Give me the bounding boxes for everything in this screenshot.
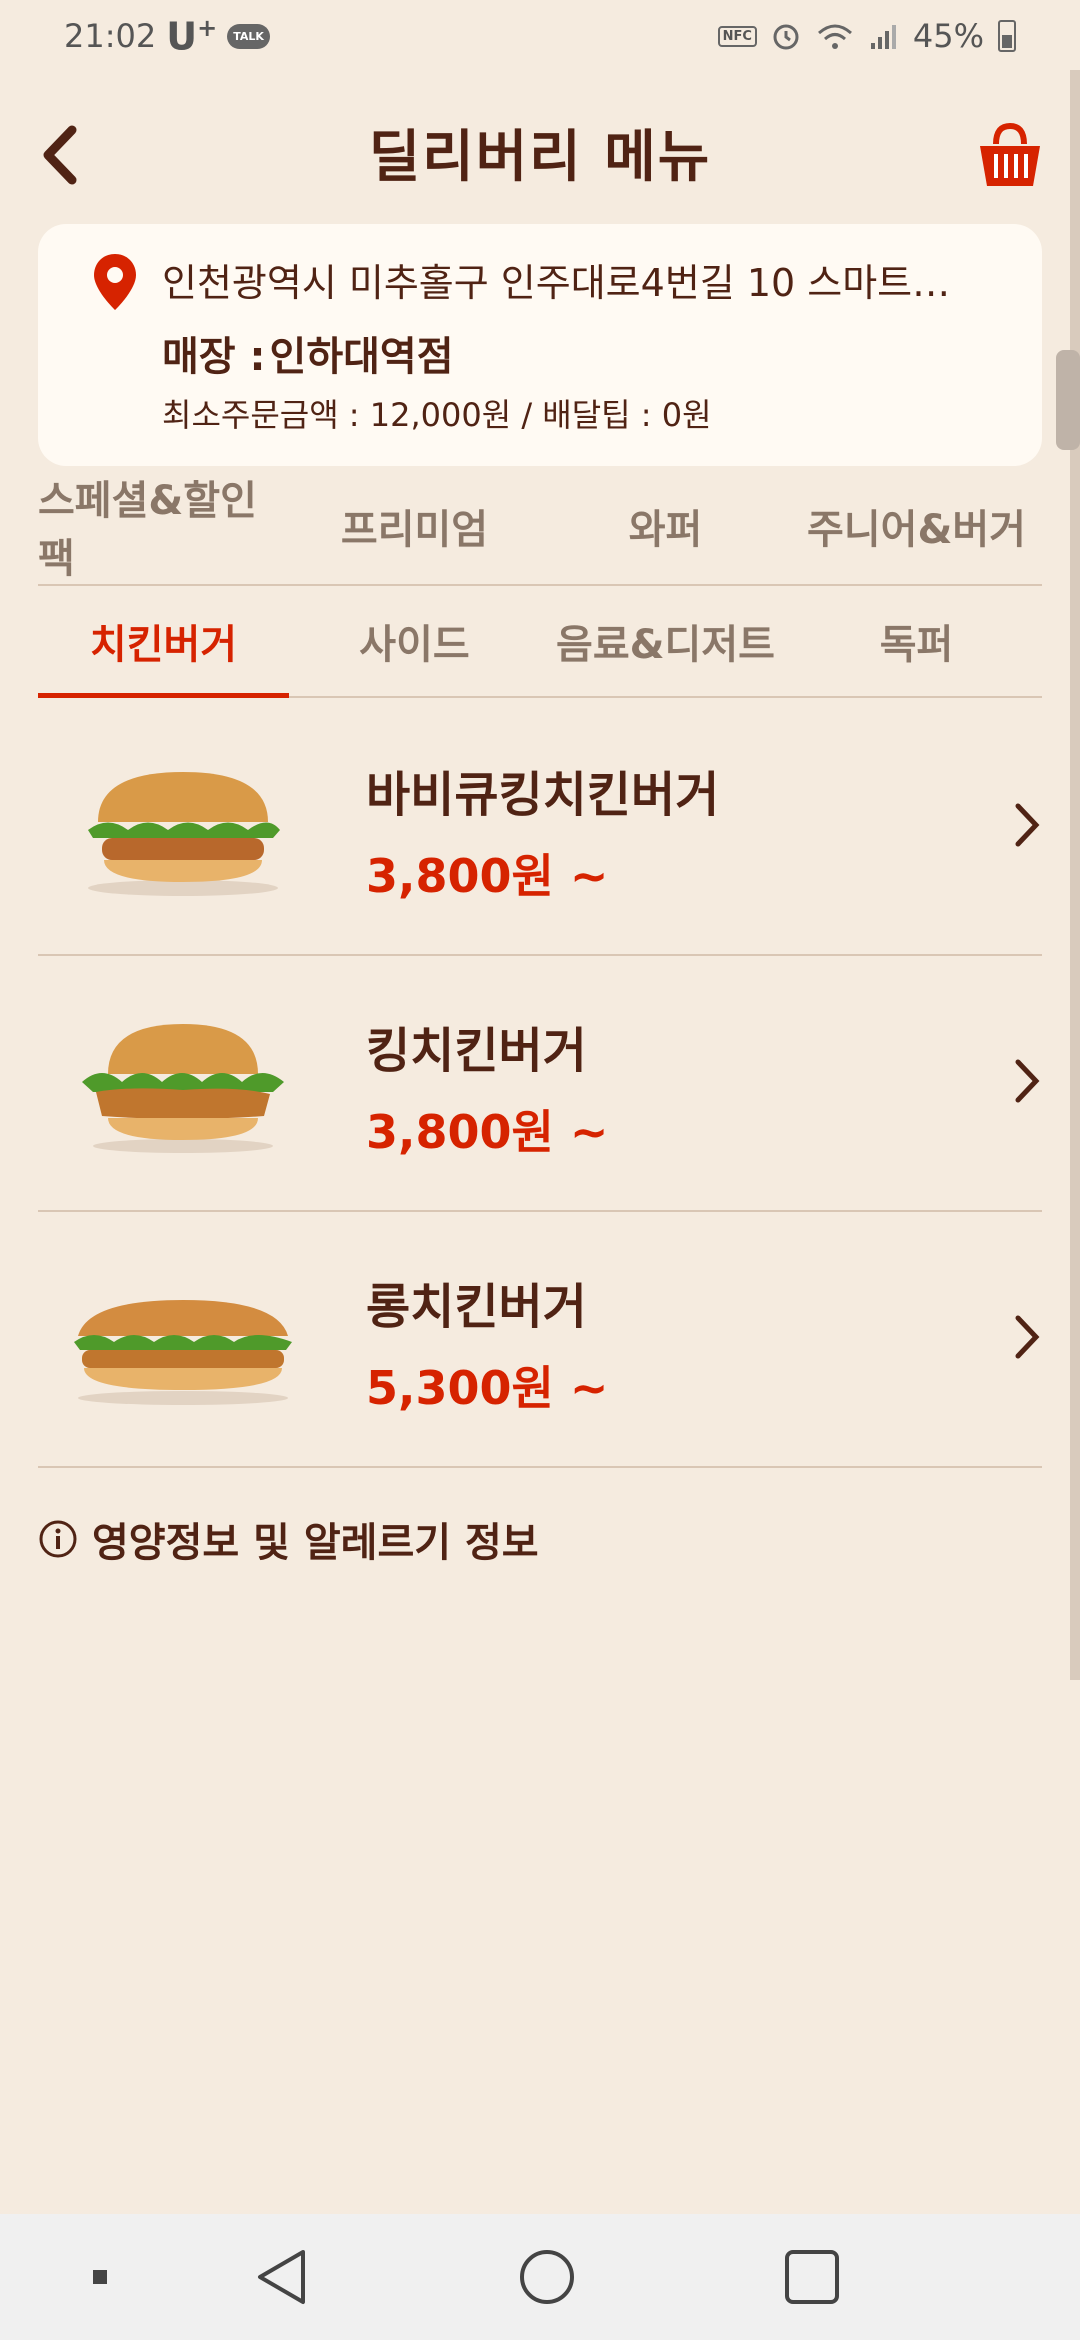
tab-premium[interactable]: 프리미엄: [289, 468, 540, 584]
nfc-icon: NFC: [717, 25, 757, 47]
system-nav-bar: [0, 2214, 1080, 2340]
talk-icon: TALK: [227, 23, 270, 49]
signal-icon: [870, 25, 896, 49]
chevron-right-icon: [1015, 803, 1040, 847]
min-order-info: 최소주문금액 : 12,000원 / 배달팁 : 0원: [162, 396, 712, 434]
battery-icon: [998, 20, 1016, 52]
tab-drink-dessert[interactable]: 음료&디저트: [540, 586, 791, 696]
battery-percent: 45%: [912, 17, 984, 55]
category-row-1: 스페셜&할인팩 프리미엄 와퍼 주니어&버거: [38, 468, 1042, 586]
chevron-right-icon: [1015, 1315, 1040, 1359]
carrier-name: U: [166, 14, 198, 59]
location-pin-icon: [94, 254, 136, 310]
store-info: 매장 : 인하대역점: [162, 324, 454, 382]
status-right: NFC 45%: [717, 17, 1016, 55]
tab-whopper[interactable]: 와퍼: [540, 468, 791, 584]
list-item[interactable]: 킹치킨버거 3,800원 ~: [38, 956, 1042, 1212]
delivery-address: 인천광역시 미추홀구 인주대로4번길 10 스마트…: [162, 261, 951, 305]
tab-special[interactable]: 스페셜&할인팩: [38, 468, 289, 584]
tab-chicken-burger[interactable]: 치킨버거: [38, 586, 289, 698]
tab-side[interactable]: 사이드: [289, 586, 540, 696]
carrier-label: U+: [166, 14, 217, 59]
carrier-plus: +: [197, 13, 218, 42]
menu-item-name: 롱치킨버거: [366, 1279, 587, 1335]
tab-junior[interactable]: 주니어&버거: [791, 468, 1042, 584]
burger-image: [88, 772, 280, 896]
nutrition-allergy-link[interactable]: 영양정보 및 알레르기 정보: [38, 1510, 539, 1568]
tab-dogper[interactable]: 독퍼: [791, 586, 1042, 696]
recent-dot-icon[interactable]: [65, 2242, 135, 2312]
status-left: 21:02 U+ TALK: [64, 14, 270, 59]
back-icon[interactable]: [248, 2242, 318, 2312]
status-bar: 21:02 U+ TALK NFC 45%: [0, 0, 1080, 72]
menu-item-price: 3,800원 ~: [366, 1105, 609, 1159]
wifi-icon: [817, 24, 852, 49]
address-card[interactable]: 인천광역시 미추홀구 인주대로4번길 10 스마트… 매장 : 인하대역점 최소주…: [38, 224, 1042, 466]
store-name: 인하대역점: [269, 334, 454, 380]
page-title: 딜리버리 메뉴: [368, 125, 712, 190]
nutrition-allergy-label: 영양정보 및 알레르기 정보: [92, 1520, 539, 1566]
scrollbar-track: [1070, 70, 1080, 1680]
list-item[interactable]: 롱치킨버거 5,300원 ~: [38, 1212, 1042, 1468]
overview-icon[interactable]: [777, 2242, 847, 2312]
home-icon[interactable]: [512, 2242, 582, 2312]
menu-item-price: 5,300원 ~: [366, 1361, 609, 1415]
menu-item-name: 킹치킨버거: [366, 1023, 587, 1079]
burger-image: [82, 1024, 284, 1153]
list-item[interactable]: 바비큐킹치킨버거 3,800원 ~: [38, 700, 1042, 956]
menu-item-name: 바비큐킹치킨버거: [366, 767, 720, 823]
status-time: 21:02: [64, 17, 157, 55]
scrollbar-thumb[interactable]: [1056, 350, 1080, 450]
burger-image: [74, 1300, 292, 1405]
store-label: 매장 :: [162, 334, 266, 380]
header: 딜리버리 메뉴: [0, 100, 1080, 210]
alarm-icon: [773, 24, 799, 50]
chevron-right-icon: [1015, 1059, 1040, 1103]
basket-icon[interactable]: [970, 116, 1050, 196]
menu-item-price: 3,800원 ~: [366, 849, 609, 903]
category-row-2: 치킨버거 사이드 음료&디저트 독퍼: [38, 586, 1042, 698]
menu-list: 바비큐킹치킨버거 3,800원 ~ 킹치킨버거 3,800원 ~ 롱치킨버거 5…: [38, 700, 1042, 1468]
info-icon: [39, 1520, 77, 1558]
